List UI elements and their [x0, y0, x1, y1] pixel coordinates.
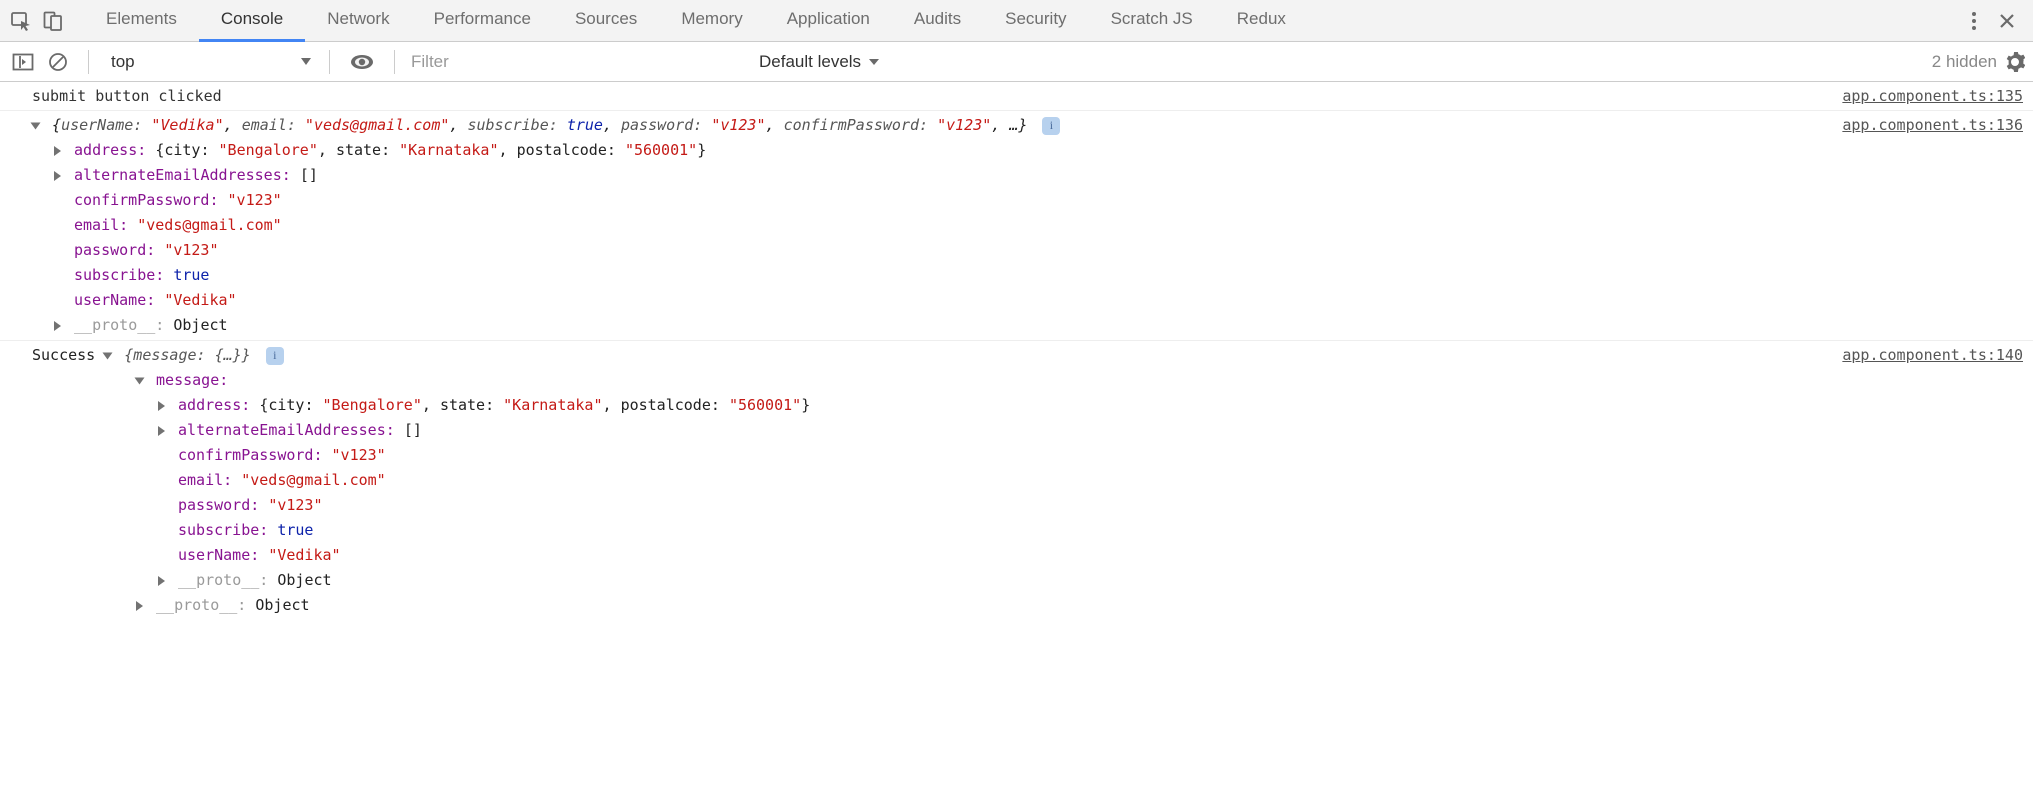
source-link[interactable]: app.component.ts:135	[1826, 84, 2023, 108]
object-property-address[interactable]: address: {city: "Bengalore", state: "Kar…	[136, 393, 1826, 418]
object-preview[interactable]: {userName: "Vedika", email: "veds@gmail.…	[32, 113, 1826, 138]
tab-performance[interactable]: Performance	[412, 0, 553, 42]
info-badge-icon[interactable]: i	[266, 347, 284, 365]
disclosure-triangle-icon[interactable]	[54, 146, 61, 156]
tab-memory[interactable]: Memory	[659, 0, 764, 42]
info-badge-icon[interactable]: i	[1042, 117, 1060, 135]
object-property-alternate-emails[interactable]: alternateEmailAddresses: []	[32, 163, 1826, 188]
disclosure-triangle-icon[interactable]	[103, 352, 113, 359]
console-message: Success {message: {…}} i message: addres…	[0, 341, 2033, 620]
log-levels-selector[interactable]: Default levels	[745, 52, 879, 72]
object-property-proto[interactable]: __proto__: Object	[136, 568, 1826, 593]
tab-elements[interactable]: Elements	[84, 0, 199, 42]
context-selector[interactable]: top	[99, 50, 319, 74]
chevron-down-icon	[869, 59, 879, 65]
object-property-alternate-emails[interactable]: alternateEmailAddresses: []	[136, 418, 1826, 443]
object-property-password[interactable]: password: "v123"	[136, 493, 1826, 518]
disclosure-triangle-icon[interactable]	[158, 576, 165, 586]
disclosure-triangle-icon[interactable]	[135, 377, 145, 384]
tab-console[interactable]: Console	[199, 0, 305, 42]
log-text: submit button clicked	[32, 84, 1826, 108]
chevron-down-icon	[301, 58, 311, 65]
clear-console-icon[interactable]	[48, 52, 68, 72]
object-property-proto[interactable]: __proto__: Object	[32, 313, 1826, 338]
disclosure-triangle-icon[interactable]	[54, 171, 61, 181]
tab-list: Elements Console Network Performance Sou…	[84, 0, 1971, 42]
disclosure-triangle-icon[interactable]	[54, 321, 61, 331]
object-property-confirm-password[interactable]: confirmPassword: "v123"	[32, 188, 1826, 213]
object-property-subscribe[interactable]: subscribe: true	[136, 518, 1826, 543]
inspect-element-icon[interactable]	[10, 10, 32, 32]
object-property-confirm-password[interactable]: confirmPassword: "v123"	[136, 443, 1826, 468]
context-selector-label: top	[111, 52, 135, 72]
separator	[394, 50, 395, 74]
more-icon[interactable]	[1971, 11, 1977, 31]
toggle-sidebar-icon[interactable]	[12, 53, 34, 71]
console-message: {userName: "Vedika", email: "veds@gmail.…	[0, 111, 2033, 341]
disclosure-triangle-icon[interactable]	[136, 601, 143, 611]
settings-icon[interactable]	[2005, 52, 2025, 72]
devtools-tabbar: Elements Console Network Performance Sou…	[0, 0, 2033, 42]
object-property-username[interactable]: userName: "Vedika"	[32, 288, 1826, 313]
tab-security[interactable]: Security	[983, 0, 1088, 42]
object-property-email[interactable]: email: "veds@gmail.com"	[136, 468, 1826, 493]
console-toolbar: top Default levels 2 hidden	[0, 42, 2033, 82]
tabbar-left-icons	[6, 10, 64, 32]
disclosure-triangle-icon[interactable]	[158, 401, 165, 411]
object-property-subscribe[interactable]: subscribe: true	[32, 263, 1826, 288]
object-property-message[interactable]: message:	[136, 368, 1826, 393]
close-icon[interactable]	[1999, 13, 2015, 29]
live-expression-icon[interactable]	[350, 54, 374, 70]
disclosure-triangle-icon[interactable]	[31, 122, 41, 129]
tab-sources[interactable]: Sources	[553, 0, 659, 42]
source-link[interactable]: app.component.ts:140	[1826, 343, 2023, 367]
separator	[88, 50, 89, 74]
toggle-device-icon[interactable]	[42, 10, 64, 32]
log-levels-label: Default levels	[759, 52, 861, 72]
object-preview[interactable]: Success {message: {…}} i	[32, 343, 1826, 368]
tab-application[interactable]: Application	[765, 0, 892, 42]
hidden-messages-count[interactable]: 2 hidden	[1932, 52, 1997, 72]
separator	[329, 50, 330, 74]
object-property-password[interactable]: password: "v123"	[32, 238, 1826, 263]
object-tree: Success {message: {…}} i message: addres…	[32, 343, 1826, 618]
object-tree: {userName: "Vedika", email: "veds@gmail.…	[32, 113, 1826, 338]
object-property-address[interactable]: address: {city: "Bengalore", state: "Kar…	[32, 138, 1826, 163]
console-output: submit button clicked app.component.ts:1…	[0, 82, 2033, 620]
tab-network[interactable]: Network	[305, 0, 411, 42]
tab-audits[interactable]: Audits	[892, 0, 983, 42]
tabbar-right-icons	[1971, 11, 2027, 31]
console-message: submit button clicked app.component.ts:1…	[0, 82, 2033, 111]
object-property-proto-outer[interactable]: __proto__: Object	[136, 593, 1826, 618]
object-property-username[interactable]: userName: "Vedika"	[136, 543, 1826, 568]
tab-scratchjs[interactable]: Scratch JS	[1089, 0, 1215, 42]
disclosure-triangle-icon[interactable]	[158, 426, 165, 436]
source-link[interactable]: app.component.ts:136	[1826, 113, 2023, 137]
object-property-email[interactable]: email: "veds@gmail.com"	[32, 213, 1826, 238]
tab-redux[interactable]: Redux	[1215, 0, 1308, 42]
filter-input[interactable]	[405, 47, 745, 77]
